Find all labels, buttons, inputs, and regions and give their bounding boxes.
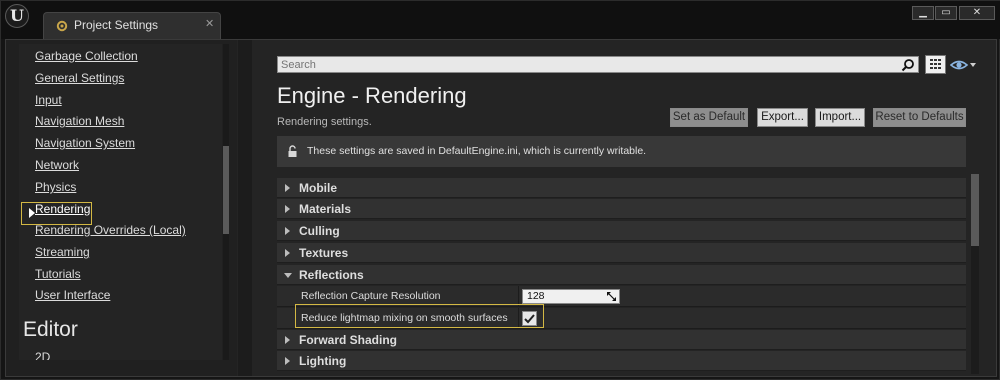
config-info-text: These settings are saved in DefaultEngin… <box>307 145 647 157</box>
project-settings-window: U Project Settings ✕ ▁ ▭ ✕ Garbage Colle… <box>0 0 1000 380</box>
sidebar-item-user-interface[interactable]: User Interface <box>35 288 110 302</box>
sidebar-item-streaming[interactable]: Streaming <box>35 245 90 259</box>
category-forward-shading[interactable]: Forward Shading <box>277 330 966 350</box>
title-bar: U Project Settings ✕ ▁ ▭ ✕ <box>1 1 1000 39</box>
sidebar-list[interactable]: Garbage Collection General Settings Inpu… <box>19 44 222 360</box>
sidebar-item-2d[interactable]: 2D <box>35 350 50 360</box>
highlight-frame <box>295 304 544 328</box>
main-area: Garbage Collection General Settings Inpu… <box>5 39 997 377</box>
sidebar-item-tutorials[interactable]: Tutorials <box>35 267 81 281</box>
visibility-options-button[interactable] <box>949 57 978 73</box>
category-reflections[interactable]: Reflections <box>277 265 966 285</box>
category-textures[interactable]: Textures <box>277 243 966 263</box>
expand-arrow-icon <box>285 336 290 344</box>
grid-icon <box>930 59 941 69</box>
config-info-bar: These settings are saved in DefaultEngin… <box>277 136 966 167</box>
expand-arrow-icon <box>285 249 290 257</box>
category-label: Mobile <box>299 181 337 195</box>
capture-resolution-value[interactable]: 128 <box>527 290 545 302</box>
category-label: Culling <box>299 224 340 238</box>
category-mobile[interactable]: Mobile <box>277 178 966 198</box>
tab-label: Project Settings <box>74 18 159 32</box>
tab-close-icon[interactable]: ✕ <box>205 17 214 30</box>
category-label: Reflections <box>299 268 364 282</box>
sidebar-item-physics[interactable]: Physics <box>35 180 76 194</box>
category-list: Mobile Materials Culling Textures Reflec… <box>277 174 966 376</box>
collapse-arrow-icon <box>284 273 292 278</box>
export-button[interactable]: Export... <box>757 108 808 127</box>
sidebar-item-input[interactable]: Input <box>35 93 62 107</box>
category-culling[interactable]: Culling <box>277 221 966 241</box>
panel-splitter[interactable] <box>238 40 252 376</box>
page-subtitle: Rendering settings. <box>277 116 372 128</box>
page-title: Engine - Rendering <box>277 83 467 108</box>
eye-icon <box>949 60 976 70</box>
search-box[interactable] <box>277 56 919 73</box>
category-materials[interactable]: Materials <box>277 199 966 219</box>
category-lighting[interactable]: Lighting <box>277 351 966 371</box>
category-label: Forward Shading <box>299 333 398 347</box>
import-button[interactable]: Import... <box>815 108 865 127</box>
unlock-icon <box>288 145 297 157</box>
reset-to-defaults-button[interactable]: Reset to Defaults <box>873 108 966 127</box>
sidebar-item-navigation-system[interactable]: Navigation System <box>35 136 135 150</box>
maximize-button[interactable]: ▭ <box>935 6 957 20</box>
drag-grip-icon[interactable] <box>607 292 616 301</box>
settings-content: Engine - Rendering Rendering settings. S… <box>253 40 996 376</box>
section-heading-editor: Editor <box>23 318 78 341</box>
expand-arrow-icon <box>285 357 290 365</box>
sidebar-item-rendering-overrides[interactable]: Rendering Overrides (Local) <box>35 223 186 237</box>
sidebar-scrollbar-thumb[interactable] <box>223 146 229 234</box>
tab-project-settings[interactable]: Project Settings ✕ <box>43 12 221 39</box>
sidebar-item-network[interactable]: Network <box>35 158 79 172</box>
search-icon[interactable] <box>901 58 915 72</box>
sidebar-item-navigation-mesh[interactable]: Navigation Mesh <box>35 114 124 128</box>
settings-gear-icon <box>56 20 68 32</box>
expand-arrow-icon <box>285 227 290 235</box>
category-label: Textures <box>299 246 349 260</box>
minimize-button[interactable]: ▁ <box>912 6 934 20</box>
sidebar-item-garbage-collection[interactable]: Garbage Collection <box>35 49 138 63</box>
expand-arrow-icon <box>285 184 290 192</box>
capture-resolution-field[interactable]: 128 <box>522 289 620 304</box>
sidebar-item-general-settings[interactable]: General Settings <box>35 71 124 85</box>
unreal-logo-icon[interactable]: U <box>5 4 29 28</box>
content-scrollbar-thumb[interactable] <box>971 174 979 246</box>
close-button[interactable]: ✕ <box>959 6 995 20</box>
category-label: Materials <box>299 202 352 216</box>
prop-label: Reflection Capture Resolution <box>301 290 441 302</box>
category-label: Lighting <box>299 354 347 368</box>
search-input[interactable] <box>281 58 881 72</box>
expand-arrow-icon <box>285 205 290 213</box>
sidebar: Garbage Collection General Settings Inpu… <box>6 40 237 376</box>
sidebar-item-rendering-label[interactable]: Rendering <box>35 202 90 216</box>
view-options-grid-button[interactable] <box>925 55 946 74</box>
set-as-default-button[interactable]: Set as Default <box>670 108 748 127</box>
